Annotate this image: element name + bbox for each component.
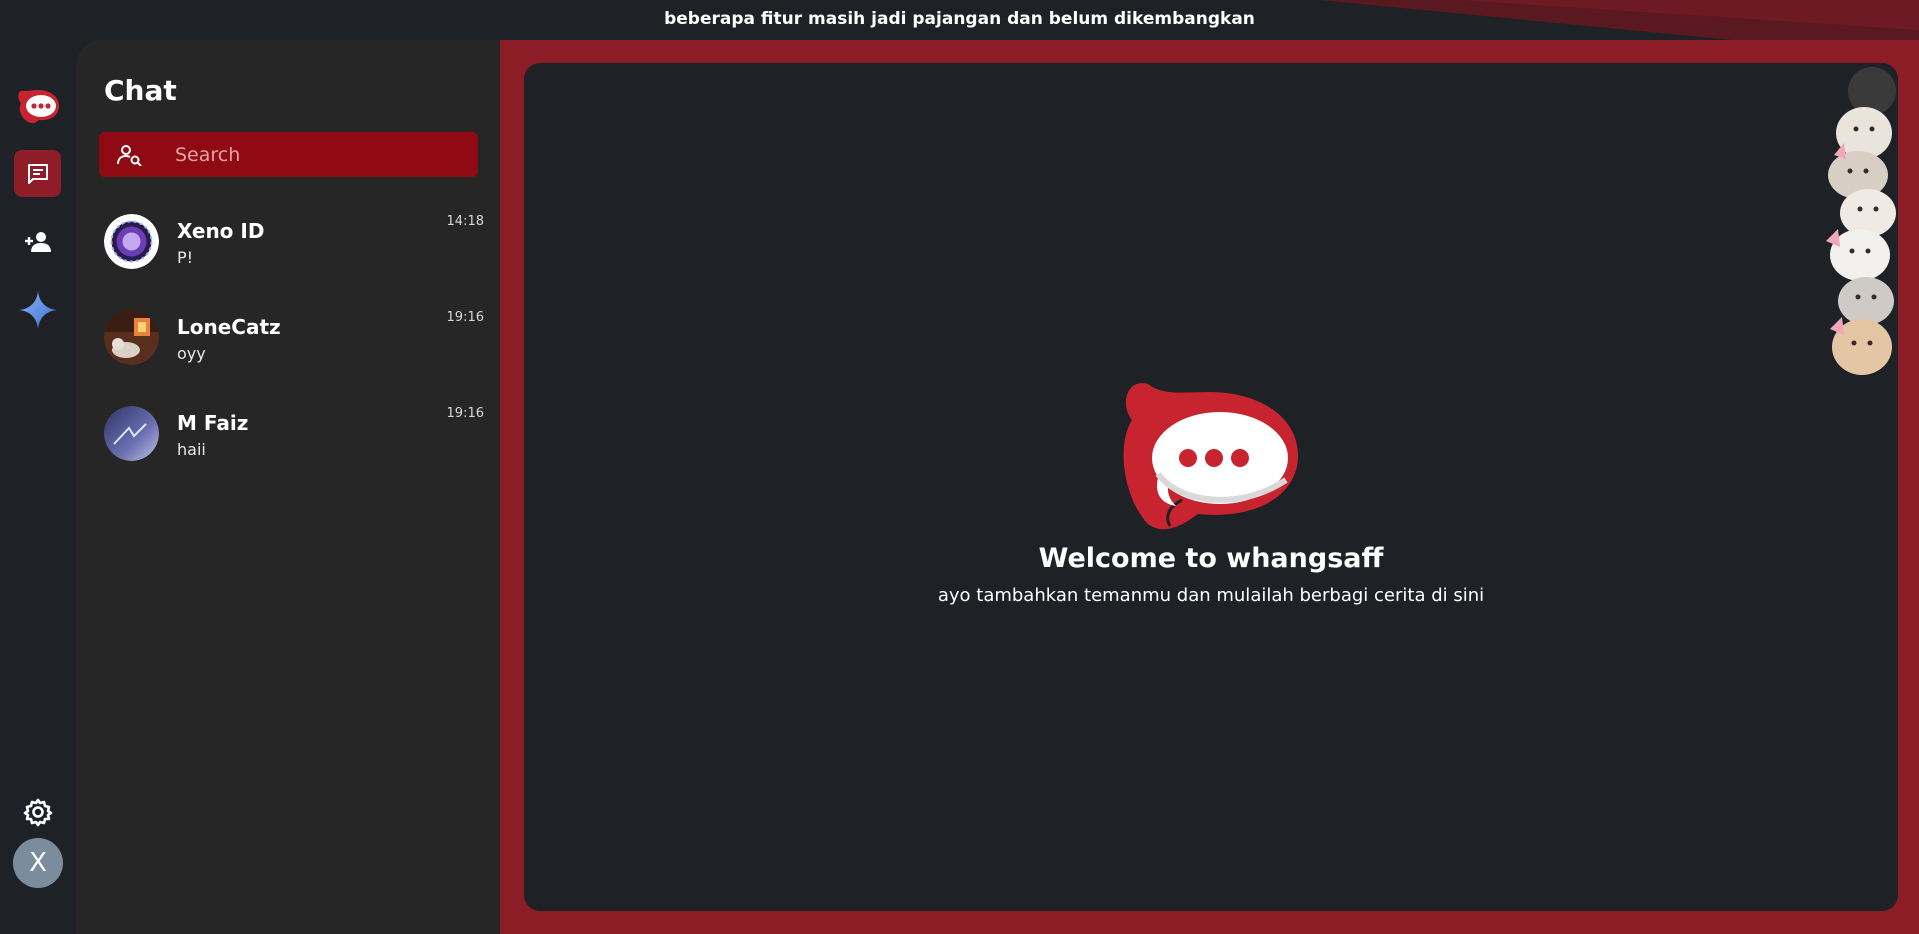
welcome-panel: Welcome to whangsaff ayo tambahkan teman…	[524, 63, 1898, 911]
chat-time: 14:18	[446, 214, 484, 229]
app-logo-button[interactable]	[14, 82, 61, 129]
app-root: beberapa fitur masih jadi pajangan dan b…	[0, 0, 1919, 934]
search-input[interactable]	[175, 132, 465, 177]
chat-list-item-lonecatz[interactable]: LoneCatz oyy 19:16	[104, 304, 484, 384]
chat-time: 19:16	[446, 406, 484, 421]
chat-bubble-logo-icon	[17, 89, 59, 123]
cats-decoration-image	[1814, 63, 1898, 389]
chat-name: LoneCatz	[177, 315, 281, 339]
chat-sidebar: Chat Xeno ID P!	[76, 40, 500, 934]
avatar	[104, 310, 159, 365]
chat-last-message: haii	[177, 440, 206, 459]
nav-rail: X	[0, 40, 76, 934]
ai-assistant-button[interactable]	[14, 286, 61, 333]
nav-chats-button[interactable]	[14, 150, 61, 197]
search-box[interactable]	[99, 132, 478, 177]
sidebar-title: Chat	[104, 74, 177, 107]
chat-name: Xeno ID	[177, 219, 265, 243]
welcome-subtitle: ayo tambahkan temanmu dan mulailah berba…	[937, 585, 1485, 606]
app-logo-large-icon	[1123, 383, 1298, 530]
chat-list-item-xeno-id[interactable]: Xeno ID P! 14:18	[104, 208, 484, 288]
settings-button[interactable]	[14, 788, 61, 835]
chat-name: M Faiz	[177, 411, 249, 435]
message-square-icon	[27, 163, 48, 184]
chat-time: 19:16	[446, 310, 484, 325]
add-contact-button[interactable]	[14, 218, 61, 265]
chat-last-message: oyy	[177, 344, 206, 363]
chat-list-item-m-faiz[interactable]: M Faiz haii 19:16	[104, 400, 484, 480]
person-add-icon	[24, 231, 51, 252]
sparkle-icon	[18, 290, 57, 329]
person-search-icon	[117, 145, 142, 166]
banner-text: beberapa fitur masih jadi pajangan dan b…	[664, 9, 1255, 29]
avatar	[104, 214, 159, 269]
welcome-title: Welcome to whangsaff	[1038, 543, 1384, 574]
avatar	[104, 406, 159, 461]
user-avatar[interactable]: X	[13, 838, 63, 888]
chat-last-message: P!	[177, 248, 194, 267]
gear-icon	[23, 798, 52, 826]
